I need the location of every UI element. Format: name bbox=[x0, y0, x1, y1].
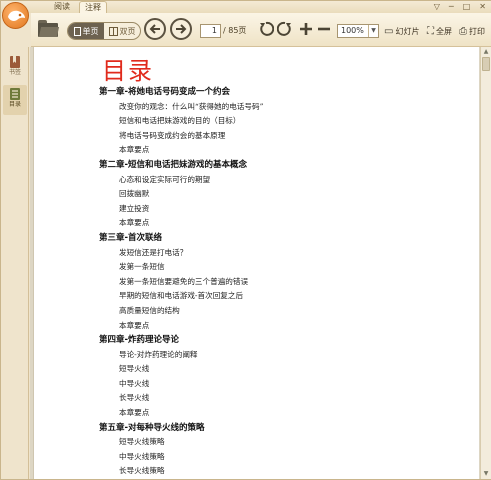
toc-item[interactable]: 发第一条短信要避免的三个普遍的错误 bbox=[99, 275, 459, 290]
toc-chapter[interactable]: 第三章-首次联络 bbox=[99, 231, 459, 246]
toc-chapter[interactable]: 第一章-将她电话号码变成一个约会 bbox=[99, 85, 459, 100]
toc-item[interactable]: 长导火线 bbox=[99, 391, 459, 406]
reader-window: 阅读 注释 ▽ ─ □ ✕ 单页 双页 1 / 85页 100% ▼ ▭ 幻灯片… bbox=[0, 0, 491, 480]
toc-item[interactable]: 长导火线策略 bbox=[99, 464, 459, 479]
fullscreen-button[interactable]: ⛶ 全屏 bbox=[427, 24, 452, 38]
view-mode-toggle: 单页 双页 bbox=[67, 22, 141, 40]
toc-item[interactable]: 中导火线 bbox=[99, 377, 459, 392]
toc-item[interactable]: 本章要点 bbox=[99, 143, 459, 158]
toc-item[interactable]: 早期的短信和电话游戏-首次回复之后 bbox=[99, 289, 459, 304]
rotate-right-icon[interactable] bbox=[277, 21, 293, 37]
rotate-left-icon[interactable] bbox=[258, 21, 274, 37]
print-button[interactable]: ⎙ 打印 bbox=[459, 24, 485, 38]
sidebar-item-bookmark[interactable]: 书签 bbox=[3, 53, 27, 83]
toc-item[interactable]: 心态和设定实际可行的期望 bbox=[99, 173, 459, 188]
page-total-label: / 85页 bbox=[223, 26, 247, 35]
single-page-icon bbox=[73, 26, 81, 36]
page-number-input[interactable]: 1 bbox=[200, 24, 221, 38]
slideshow-button[interactable]: ▭ 幻灯片 bbox=[384, 24, 419, 38]
menu-icon[interactable]: ▽ bbox=[434, 2, 440, 12]
toc-item[interactable]: 短导火线策略 bbox=[99, 435, 459, 450]
vertical-scrollbar[interactable]: ▲ ▼ bbox=[480, 47, 491, 479]
toc-item[interactable]: 发短信还是打电话？ bbox=[99, 246, 459, 261]
document-page: 目录 第一章-将她电话号码变成一个约会 改变你的观念：什么叫“获得她的电话号码”… bbox=[33, 47, 479, 479]
sidebar-item-toc[interactable]: 目录 bbox=[3, 85, 27, 115]
toc-item[interactable]: 短导火线 bbox=[99, 362, 459, 377]
scroll-up-icon[interactable]: ▲ bbox=[481, 47, 491, 57]
toc-item[interactable]: 导论-对炸药理论的阐释 bbox=[99, 348, 459, 363]
document-viewport[interactable]: 目录 第一章-将她电话号码变成一个约会 改变你的观念：什么叫“获得她的电话号码”… bbox=[30, 47, 480, 479]
sidebar-item-label: 书签 bbox=[8, 69, 21, 76]
prev-page-button[interactable] bbox=[144, 18, 166, 40]
next-page-button[interactable] bbox=[170, 18, 192, 40]
bookmark-icon bbox=[10, 56, 20, 68]
fullscreen-icon: ⛶ bbox=[427, 25, 434, 37]
single-page-button[interactable]: 单页 bbox=[68, 23, 104, 39]
zoom-out-icon[interactable] bbox=[316, 21, 332, 37]
toc-chapter[interactable]: 第四章-炸药理论导论 bbox=[99, 333, 459, 348]
slideshow-label: 幻灯片 bbox=[395, 26, 420, 36]
toc-item[interactable]: 本章要点 bbox=[99, 216, 459, 231]
left-sidebar: 书签 目录 bbox=[1, 47, 29, 479]
fullscreen-label: 全屏 bbox=[436, 26, 452, 36]
double-page-button[interactable]: 双页 bbox=[104, 23, 140, 39]
table-of-contents-icon bbox=[10, 88, 20, 100]
title-bar: 阅读 注释 ▽ ─ □ ✕ bbox=[1, 1, 491, 13]
zoom-select[interactable]: 100% ▼ bbox=[337, 24, 379, 38]
toc-item[interactable]: 改变你的观念：什么叫“获得她的电话号码” bbox=[99, 100, 459, 115]
minimize-icon[interactable]: ─ bbox=[449, 2, 454, 12]
toc-item[interactable]: 将电话号码变成约会的基本原理 bbox=[99, 129, 459, 144]
open-folder-icon[interactable] bbox=[38, 20, 60, 37]
tab-annotate[interactable]: 注释 bbox=[79, 1, 107, 13]
print-icon: ⎙ bbox=[459, 25, 467, 37]
toc-item[interactable]: 回拨幽默 bbox=[99, 187, 459, 202]
toc-item[interactable]: 高质量短信的结构 bbox=[99, 304, 459, 319]
arrow-right-icon bbox=[176, 24, 187, 34]
double-page-icon bbox=[108, 26, 118, 36]
zoom-in-icon[interactable] bbox=[298, 21, 314, 37]
toc-item[interactable]: 短信和电话把妹游戏的目的（目标） bbox=[99, 114, 459, 129]
toc-chapter[interactable]: 第二章-短信和电话把妹游戏的基本概念 bbox=[99, 158, 459, 173]
tab-read[interactable]: 阅读 bbox=[49, 1, 75, 13]
toc-item[interactable]: 本章要点 bbox=[99, 406, 459, 421]
scrollbar-thumb[interactable] bbox=[482, 57, 490, 71]
maximize-icon[interactable]: □ bbox=[463, 2, 471, 12]
toc-item[interactable]: 建立投资 bbox=[99, 202, 459, 217]
double-page-label: 双页 bbox=[119, 26, 136, 36]
page-title: 目录 bbox=[102, 57, 154, 85]
toolbar: 单页 双页 1 / 85页 100% ▼ ▭ 幻灯片 ⛶ 全屏 ⎙ 打印 bbox=[31, 13, 491, 47]
window-controls: ▽ ─ □ ✕ bbox=[434, 2, 486, 12]
toc-item[interactable]: 中导火线策略 bbox=[99, 450, 459, 465]
zoom-value: 100% bbox=[341, 26, 364, 35]
toc-item[interactable]: 发第一条短信 bbox=[99, 260, 459, 275]
chevron-down-icon: ▼ bbox=[368, 25, 378, 37]
close-icon[interactable]: ✕ bbox=[479, 2, 486, 12]
sidebar-item-label: 目录 bbox=[8, 101, 21, 108]
print-label: 打印 bbox=[469, 26, 485, 36]
app-logo-icon[interactable] bbox=[2, 2, 29, 29]
slideshow-icon: ▭ bbox=[384, 25, 394, 37]
toc-item[interactable]: 本章要点 bbox=[99, 319, 459, 334]
arrow-left-icon bbox=[149, 24, 160, 34]
toc-chapter[interactable]: 第五章-对每种导火线的策略 bbox=[99, 421, 459, 436]
scroll-down-icon[interactable]: ▼ bbox=[481, 469, 491, 479]
toc-list: 第一章-将她电话号码变成一个约会 改变你的观念：什么叫“获得她的电话号码” 短信… bbox=[99, 85, 459, 479]
single-page-label: 单页 bbox=[82, 26, 99, 36]
